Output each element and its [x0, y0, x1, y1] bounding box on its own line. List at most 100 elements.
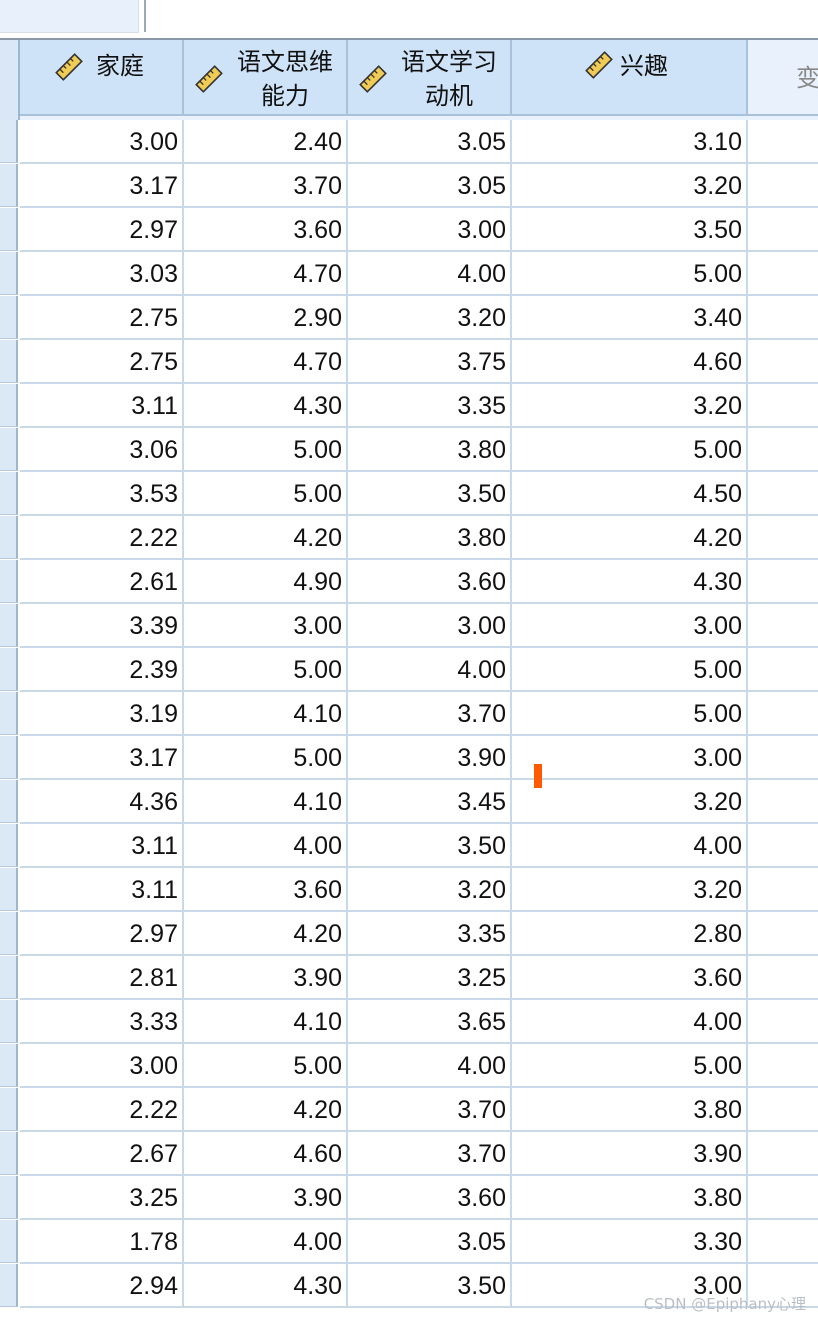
- table-cell[interactable]: 3.35: [348, 384, 512, 428]
- table-cell[interactable]: 4.20: [184, 912, 348, 956]
- table-cell[interactable]: 3.60: [348, 560, 512, 604]
- empty-cell[interactable]: [748, 1088, 818, 1132]
- table-cell[interactable]: 3.65: [348, 1000, 512, 1044]
- row-header[interactable]: [0, 164, 18, 207]
- empty-cell[interactable]: [748, 120, 818, 164]
- table-cell[interactable]: 3.20: [348, 296, 512, 340]
- table-cell[interactable]: 3.90: [512, 1132, 748, 1176]
- table-cell[interactable]: 2.75: [20, 296, 184, 340]
- table-cell[interactable]: 4.70: [184, 252, 348, 296]
- empty-cell[interactable]: [748, 1132, 818, 1176]
- row-header[interactable]: [0, 1044, 18, 1087]
- row-header[interactable]: [0, 340, 18, 383]
- table-cell[interactable]: 3.40: [512, 296, 748, 340]
- row-header[interactable]: [0, 472, 18, 515]
- empty-cell[interactable]: [748, 208, 818, 252]
- table-cell[interactable]: 3.75: [348, 340, 512, 384]
- table-cell[interactable]: 3.25: [20, 1176, 184, 1220]
- empty-cell[interactable]: [748, 1176, 818, 1220]
- table-cell[interactable]: 3.17: [20, 736, 184, 780]
- row-header[interactable]: [0, 648, 18, 691]
- cell-reference-box[interactable]: [0, 0, 139, 33]
- row-header[interactable]: [0, 296, 18, 339]
- row-header[interactable]: [0, 516, 18, 559]
- table-cell[interactable]: 4.70: [184, 340, 348, 384]
- table-cell[interactable]: 4.10: [184, 1000, 348, 1044]
- table-cell[interactable]: 2.67: [20, 1132, 184, 1176]
- empty-cell[interactable]: [748, 1220, 818, 1264]
- table-cell[interactable]: 3.00: [512, 604, 748, 648]
- table-cell[interactable]: 3.80: [512, 1176, 748, 1220]
- table-cell[interactable]: 3.80: [348, 516, 512, 560]
- table-cell[interactable]: 2.94: [20, 1264, 184, 1308]
- empty-cell[interactable]: [748, 780, 818, 824]
- row-header[interactable]: [0, 560, 18, 603]
- row-header[interactable]: [0, 1088, 18, 1131]
- empty-cell[interactable]: [748, 340, 818, 384]
- table-cell[interactable]: 5.00: [512, 648, 748, 692]
- table-cell[interactable]: 5.00: [512, 1044, 748, 1088]
- table-cell[interactable]: 3.06: [20, 428, 184, 472]
- table-cell[interactable]: 3.05: [348, 164, 512, 208]
- table-cell[interactable]: 2.61: [20, 560, 184, 604]
- table-cell[interactable]: 3.35: [348, 912, 512, 956]
- table-cell[interactable]: 3.90: [184, 956, 348, 1000]
- empty-cell[interactable]: [748, 560, 818, 604]
- table-cell[interactable]: 3.05: [348, 120, 512, 164]
- empty-cell[interactable]: [748, 252, 818, 296]
- row-header[interactable]: [0, 384, 18, 427]
- table-cell[interactable]: 2.80: [512, 912, 748, 956]
- table-cell[interactable]: 2.40: [184, 120, 348, 164]
- table-cell[interactable]: 4.30: [512, 560, 748, 604]
- row-header[interactable]: [0, 428, 18, 471]
- table-cell[interactable]: 3.25: [348, 956, 512, 1000]
- table-cell[interactable]: 3.11: [20, 824, 184, 868]
- table-cell[interactable]: 3.60: [184, 208, 348, 252]
- table-cell[interactable]: 3.60: [348, 1176, 512, 1220]
- table-cell[interactable]: 3.33: [20, 1000, 184, 1044]
- table-cell[interactable]: 3.50: [348, 1264, 512, 1308]
- table-cell[interactable]: 4.60: [512, 340, 748, 384]
- table-cell[interactable]: 2.39: [20, 648, 184, 692]
- empty-cell[interactable]: [748, 912, 818, 956]
- table-cell[interactable]: 3.20: [348, 868, 512, 912]
- table-cell[interactable]: 3.90: [348, 736, 512, 780]
- table-cell[interactable]: 4.00: [512, 824, 748, 868]
- table-cell[interactable]: 3.17: [20, 164, 184, 208]
- table-cell[interactable]: 5.00: [184, 472, 348, 516]
- table-cell[interactable]: 2.22: [20, 516, 184, 560]
- table-cell[interactable]: 3.60: [512, 956, 748, 1000]
- table-cell[interactable]: 5.00: [184, 648, 348, 692]
- table-cell[interactable]: 2.97: [20, 912, 184, 956]
- table-cell[interactable]: 2.75: [20, 340, 184, 384]
- table-cell[interactable]: 3.70: [184, 164, 348, 208]
- table-cell[interactable]: 3.11: [20, 384, 184, 428]
- table-cell[interactable]: 3.90: [184, 1176, 348, 1220]
- empty-cell[interactable]: [748, 1000, 818, 1044]
- table-cell[interactable]: 2.90: [184, 296, 348, 340]
- table-cell[interactable]: 3.80: [512, 1088, 748, 1132]
- table-cell[interactable]: 4.20: [184, 1088, 348, 1132]
- table-cell[interactable]: 4.30: [184, 384, 348, 428]
- table-cell[interactable]: 3.20: [512, 780, 748, 824]
- row-header[interactable]: [0, 120, 18, 163]
- table-cell[interactable]: 3.11: [20, 868, 184, 912]
- table-cell[interactable]: 1.78: [20, 1220, 184, 1264]
- table-cell[interactable]: 5.00: [512, 692, 748, 736]
- table-cell[interactable]: 3.20: [512, 384, 748, 428]
- table-cell[interactable]: 3.80: [348, 428, 512, 472]
- table-cell[interactable]: 4.00: [348, 648, 512, 692]
- table-cell[interactable]: 3.50: [348, 824, 512, 868]
- table-cell[interactable]: 3.45: [348, 780, 512, 824]
- table-cell[interactable]: 5.00: [184, 1044, 348, 1088]
- empty-cell[interactable]: [748, 868, 818, 912]
- table-cell[interactable]: 4.20: [512, 516, 748, 560]
- table-cell[interactable]: 4.00: [512, 1000, 748, 1044]
- table-cell[interactable]: 4.10: [184, 692, 348, 736]
- table-cell[interactable]: 3.50: [348, 472, 512, 516]
- table-cell[interactable]: 3.30: [512, 1220, 748, 1264]
- column-header-2[interactable]: 语文思维 能力: [184, 40, 348, 116]
- table-cell[interactable]: 2.97: [20, 208, 184, 252]
- table-cell[interactable]: 4.00: [184, 824, 348, 868]
- empty-cell[interactable]: [748, 296, 818, 340]
